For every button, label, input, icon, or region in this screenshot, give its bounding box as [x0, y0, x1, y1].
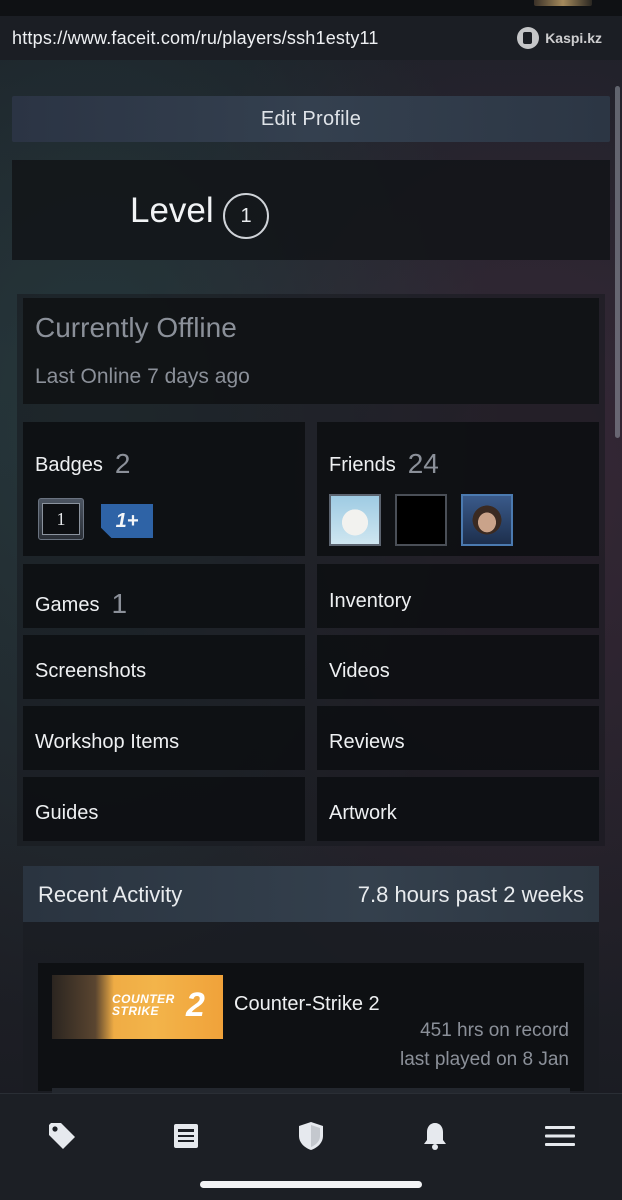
inventory-tile[interactable]: Inventory: [317, 564, 599, 628]
screenshots-label: Screenshots: [35, 660, 147, 682]
last-online-text: Last Online 7 days ago: [35, 365, 250, 388]
menu-icon: [544, 1124, 576, 1153]
badges-label-text: Badges: [35, 454, 103, 476]
artwork-tile[interactable]: Artwork: [317, 777, 599, 841]
scrollbar[interactable]: [615, 86, 620, 438]
friend-avatar[interactable]: [395, 494, 447, 546]
url-bar[interactable]: https://www.faceit.com/ru/players/ssh1es…: [0, 16, 622, 60]
top-strip: [0, 0, 622, 16]
notifications-tab[interactable]: [415, 1120, 455, 1156]
inventory-label: Inventory: [329, 590, 412, 612]
badge-level-1-face: 1: [42, 503, 80, 535]
level-badge: 1: [223, 193, 269, 239]
level-panel: Level 1: [12, 160, 610, 260]
game-logo-number: 2: [186, 986, 205, 1024]
videos-tile[interactable]: Videos: [317, 635, 599, 699]
games-label: Games 1: [35, 586, 128, 619]
friends-label-text: Friends: [329, 454, 396, 476]
bell-icon: [421, 1120, 449, 1157]
games-count: 1: [111, 588, 128, 619]
games-label-text: Games: [35, 594, 100, 616]
shield-icon: [297, 1120, 325, 1157]
badges-label: Badges 2: [35, 446, 131, 479]
friend-avatar[interactable]: [461, 494, 513, 546]
game-title[interactable]: Counter-Strike 2: [234, 993, 380, 1016]
edit-profile-button[interactable]: Edit Profile: [12, 96, 610, 142]
videos-label: Videos: [329, 660, 390, 682]
badge-level-1[interactable]: 1: [38, 498, 84, 540]
level-label: Level: [130, 191, 214, 230]
game-capsule-image[interactable]: COUNTER STRIKE 2: [52, 975, 223, 1039]
reviews-label: Reviews: [329, 731, 405, 753]
kaspi-watermark: Kaspi.kz: [517, 26, 602, 50]
top-thumbnail: [534, 0, 592, 6]
news-icon: [172, 1122, 200, 1155]
news-tab[interactable]: [166, 1120, 206, 1156]
kaspi-logo-icon: [517, 27, 540, 49]
recent-activity-header: Recent Activity 7.8 hours past 2 weeks: [23, 866, 599, 922]
online-status: Currently Offline Last Online 7 days ago: [23, 298, 599, 404]
home-indicator[interactable]: [200, 1181, 422, 1188]
friends-label: Friends 24: [329, 446, 439, 479]
badge-years-1[interactable]: 1+: [101, 504, 153, 538]
guard-tab[interactable]: [291, 1120, 331, 1156]
game-hours: 451 hrs on record: [420, 1020, 569, 1041]
recent-activity-title: Recent Activity: [38, 882, 183, 907]
url-text[interactable]: https://www.faceit.com/ru/players/ssh1es…: [12, 28, 379, 49]
guides-tile[interactable]: Guides: [23, 777, 305, 841]
artwork-label: Artwork: [329, 802, 397, 824]
game-last-played: last played on 8 Jan: [399, 1049, 569, 1070]
menu-tab[interactable]: [540, 1120, 580, 1156]
store-tab[interactable]: [42, 1120, 82, 1156]
guides-label: Guides: [35, 802, 99, 824]
recent-activity-summary: 7.8 hours past 2 weeks: [357, 882, 584, 907]
games-tile[interactable]: Games 1: [23, 564, 305, 628]
workshop-label: Workshop Items: [35, 731, 180, 753]
badges-count: 2: [114, 448, 131, 479]
app-screen: https://www.faceit.com/ru/players/ssh1es…: [0, 0, 622, 1200]
workshop-tile[interactable]: Workshop Items: [23, 706, 305, 770]
game-logo-text: COUNTER STRIKE: [112, 993, 175, 1017]
friends-tile[interactable]: Friends 24: [317, 422, 599, 556]
friend-avatar[interactable]: [329, 494, 381, 546]
status-text: Currently Offline: [35, 312, 237, 343]
tag-icon: [46, 1120, 78, 1157]
game-card[interactable]: COUNTER STRIKE 2 Counter-Strike 2 451 hrs…: [38, 963, 584, 1091]
badges-tile[interactable]: Badges 2 1 1+: [23, 422, 305, 556]
reviews-tile[interactable]: Reviews: [317, 706, 599, 770]
screenshots-tile[interactable]: Screenshots: [23, 635, 305, 699]
watermark-text: Kaspi.kz: [545, 30, 602, 46]
logo-line-2: STRIKE: [112, 1004, 160, 1018]
friends-count: 24: [407, 448, 439, 479]
game-capsule-figures: [52, 975, 114, 1039]
